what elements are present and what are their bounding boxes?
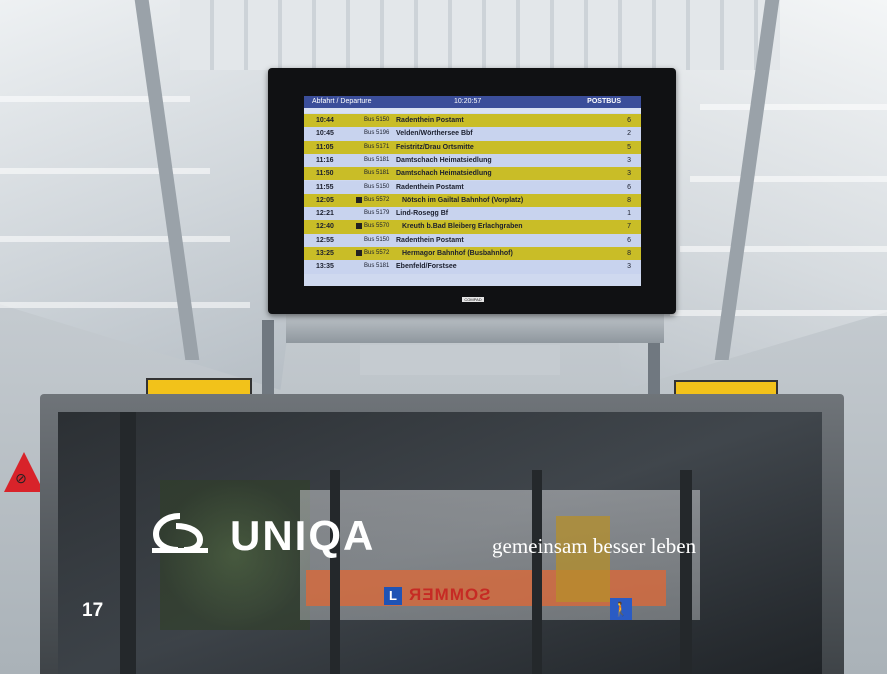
departure-platform: 7 <box>627 223 631 231</box>
departure-row: 11:55 Bus 5150 Radenthein Postamt 6 <box>304 180 641 194</box>
departure-line: Bus 5572 <box>364 250 390 256</box>
support-pillar <box>262 320 274 400</box>
screen-header: Abfahrt / Departure 10:20:57 POSTBUS <box>304 96 641 108</box>
pedestrian-crossing-sign: 🚶 <box>610 598 632 620</box>
departure-destination: Ebenfeld/Forstsee <box>396 263 457 271</box>
departure-platform: 1 <box>627 210 631 218</box>
display-brand-label: COMPAD <box>462 297 484 302</box>
shelter-post <box>532 470 542 674</box>
departure-time: 13:35 <box>316 263 334 271</box>
departure-destination: Radenthein Postamt <box>396 117 464 124</box>
departure-time: 12:21 <box>316 210 334 218</box>
departure-platform: 2 <box>627 130 631 138</box>
bus-stop-sign-reflection <box>556 516 610 602</box>
departure-time: 12:40 <box>316 223 334 231</box>
low-floor-badge-icon <box>356 196 362 203</box>
departure-time: 12:55 <box>316 236 334 244</box>
departure-platform: 8 <box>627 196 631 204</box>
departure-line: Bus 5181 <box>364 263 390 270</box>
departure-time: 11:16 <box>316 156 334 164</box>
departure-row: 12:05 Bus 5572 Nötsch im Gailtal Bahnhof (… <box>304 193 641 208</box>
departure-platform: 5 <box>627 143 631 151</box>
header-title: Abfahrt / Departure <box>312 98 372 105</box>
header-clock: 10:20:57 <box>454 98 482 105</box>
departure-row: 12:55 Bus 5150 Radenthein Postamt 6 <box>304 233 641 247</box>
header-operator: POSTBUS <box>587 98 621 105</box>
departure-destination: Hermagor Bahnhof (Busbahnhof) <box>402 250 513 257</box>
departure-line: Bus 5150 <box>364 117 390 123</box>
departure-destination: Lind-Rosegg Bf <box>396 210 449 218</box>
uniqa-tagline: gemeinsam besser leben <box>492 534 697 558</box>
photo-scene: ⊘ Abfahrt / Departure 10:20:57 POSTBUS 1… <box>0 0 887 674</box>
roof-slat <box>690 176 887 182</box>
departure-platform: 6 <box>627 117 631 124</box>
departure-destination: Nötsch im Gailtal Bahnhof (Vorplatz) <box>402 196 524 204</box>
departure-row: 12:40 Bus 5570 Kreuth b.Bad Bleiberg Erlac… <box>304 220 641 234</box>
uniqa-logo-icon <box>152 513 208 553</box>
departure-platform: 6 <box>627 236 631 244</box>
l-sign: L <box>384 587 402 605</box>
departure-row: 10:45 Bus 5196 Velden/Wörthersee Bbf 2 <box>304 127 641 141</box>
departure-line: Bus 5150 <box>364 183 390 190</box>
departure-destination: Velden/Wörthersee Bbf <box>396 130 473 138</box>
roof-grating <box>360 345 560 375</box>
uniqa-wordmark: UNIQA <box>230 512 376 559</box>
departure-destination: Feistritz/Drau Ortsmitte <box>396 143 474 151</box>
departure-row: 13:25 Bus 5572 Hermagor Bahnhof (Busbahnho… <box>304 247 641 261</box>
departure-line: Bus 5181 <box>364 170 390 177</box>
departure-platform: 8 <box>627 250 631 257</box>
roof-slat <box>0 236 230 242</box>
shelter-post <box>120 412 136 674</box>
roof-slat <box>0 302 250 308</box>
departure-row: 13:35 Bus 5181 Ebenfeld/Forstsee 3 <box>304 260 641 274</box>
departure-destination: Damtschach Heimatsiedlung <box>396 170 492 178</box>
departure-time: 10:44 <box>316 117 334 124</box>
departure-destination: Kreuth b.Bad Bleiberg Erlachgraben <box>402 223 523 231</box>
shelter-post <box>680 470 692 674</box>
departure-platform: 6 <box>627 183 631 191</box>
canopy-roof-center <box>180 0 780 70</box>
departure-platform: 3 <box>627 263 631 271</box>
departure-line: Bus 5179 <box>364 210 390 217</box>
departure-time: 11:05 <box>316 143 334 151</box>
column-header-strip <box>304 108 641 113</box>
departure-destination: Radenthein Postamt <box>396 183 464 191</box>
departure-time: 11:55 <box>316 183 334 191</box>
departure-destination: Radenthein Postamt <box>396 236 464 244</box>
departure-time: 11:50 <box>316 170 334 178</box>
departure-line: Bus 5196 <box>364 130 390 137</box>
departure-line: Bus 5572 <box>364 196 390 203</box>
departure-time: 12:05 <box>316 196 334 204</box>
sommer-reflection-text: SOMMER <box>408 585 491 604</box>
warning-sign-symbol: ⊘ <box>15 470 27 486</box>
departure-row: 11:50 Bus 5181 Damtschach Heimatsiedlung 3 <box>304 167 641 181</box>
roof-slat <box>700 104 887 110</box>
departure-row: 11:05 Bus 5171 Feistritz/Drau Ortsmitte 5 <box>304 140 641 154</box>
roof-slat <box>0 168 210 174</box>
departure-line: Bus 5570 <box>364 223 390 230</box>
departure-time: 13:25 <box>316 250 334 257</box>
departure-destination: Damtschach Heimatsiedlung <box>396 156 492 164</box>
low-floor-badge-icon <box>356 223 362 230</box>
departure-line: Bus 5171 <box>364 143 390 150</box>
departure-line: Bus 5150 <box>364 236 390 243</box>
low-floor-badge-icon <box>356 250 362 256</box>
departure-platform: 3 <box>627 170 631 178</box>
shelter-post <box>330 470 340 674</box>
page-number: 17 <box>82 600 104 621</box>
departure-platform: 3 <box>627 156 631 164</box>
departure-row: 12:21 Bus 5179 Lind-Rosegg Bf 1 <box>304 207 641 221</box>
departure-screen: Abfahrt / Departure 10:20:57 POSTBUS 10:… <box>304 96 641 286</box>
roof-slat <box>670 310 887 316</box>
departure-row: 10:44 Bus 5150 Radenthein Postamt 6 <box>304 114 641 128</box>
roof-slat <box>680 246 887 252</box>
departure-row: 11:16 Bus 5181 Damtschach Heimatsiedlung 3 <box>304 153 641 168</box>
departure-line: Bus 5181 <box>364 156 390 163</box>
departure-time: 10:45 <box>316 130 334 138</box>
display-mount-bracket <box>286 313 664 343</box>
